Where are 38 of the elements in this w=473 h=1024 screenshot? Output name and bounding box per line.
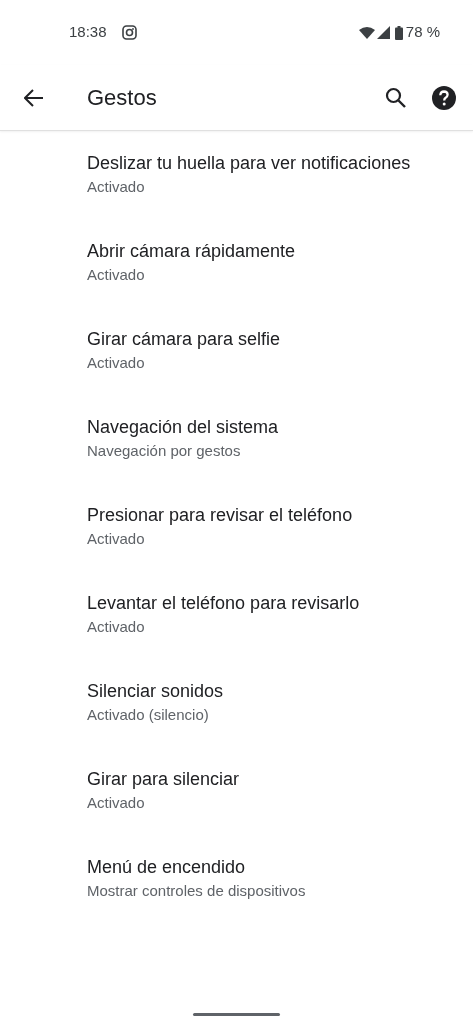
wifi-icon (358, 26, 375, 39)
item-title: Navegación del sistema (87, 416, 280, 439)
item-summary: Mostrar controles de dispositivos (87, 881, 307, 901)
item-title: Presionar para revisar el teléfono (87, 504, 354, 527)
clock-time: 18:38 (69, 22, 107, 43)
battery-icon (394, 25, 403, 40)
search-icon (385, 86, 407, 109)
item-title: Silenciar sonidos (87, 680, 225, 703)
signal-icon (376, 26, 390, 39)
screen-title: Gestos (87, 84, 157, 112)
item-summary: Activado (87, 529, 146, 549)
settings-item[interactable]: Abrir cámara rápidamente Activado (0, 219, 473, 307)
item-title: Deslizar tu huella para ver notificaciones (87, 152, 412, 175)
settings-item[interactable]: Girar para silenciar Activado (0, 747, 473, 835)
battery-percent: 78 % (405, 22, 440, 43)
item-summary: Activado (87, 353, 146, 373)
item-title: Girar para silenciar (87, 768, 241, 791)
item-summary: Activado (87, 265, 146, 285)
item-title: Menú de encendido (87, 856, 247, 879)
gesture-handle[interactable] (193, 1013, 280, 1016)
settings-item[interactable]: Levantar el teléfono para revisarlo Activado (0, 571, 473, 659)
settings-item[interactable]: Presionar para revisar el teléfono Activado (0, 483, 473, 571)
back-arrow-icon (24, 88, 44, 107)
item-summary: Navegación por gestos (87, 441, 242, 461)
item-summary: Activado (87, 617, 146, 637)
settings-item[interactable]: Menú de encendido Mostrar controles de dispositivos (0, 835, 473, 923)
item-summary: Activado (87, 793, 146, 813)
camera-app-icon (121, 25, 137, 40)
settings-item[interactable]: Girar cámara para selfie Activado (0, 307, 473, 395)
item-summary: Activado (silencio) (87, 705, 210, 725)
item-title: Abrir cámara rápidamente (87, 240, 297, 263)
settings-item[interactable]: Silenciar sonidos Activado (silencio) (0, 659, 473, 747)
item-title: Levantar el teléfono para revisarlo (87, 592, 361, 615)
settings-item[interactable]: Deslizar tu huella para ver notificaciones Activado (0, 131, 473, 219)
item-title: Girar cámara para selfie (87, 328, 282, 351)
settings-item[interactable]: Navegación del sistema Navegación por gestos (0, 395, 473, 483)
item-summary: Activado (87, 177, 146, 197)
help-icon (432, 85, 456, 110)
